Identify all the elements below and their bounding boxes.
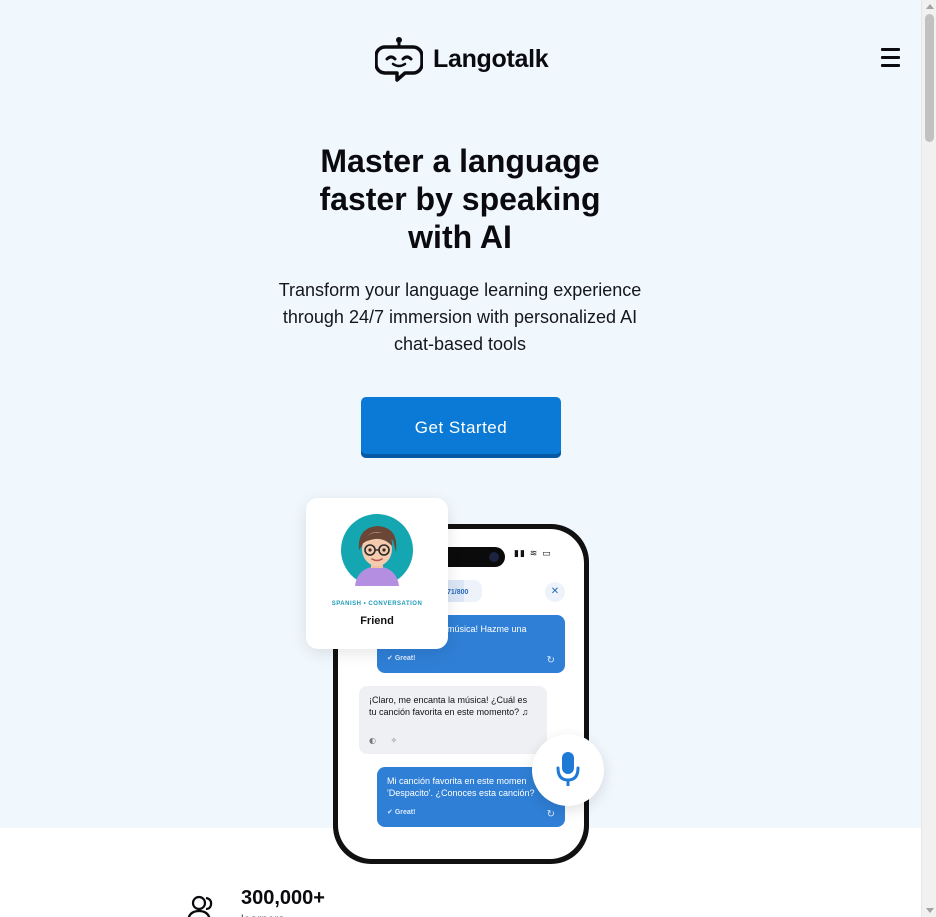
feedback-label: ✔ Great! <box>387 809 416 816</box>
subhead-line: Transform your language learning experie… <box>278 280 642 300</box>
hero-subheading: Transform your language learning experie… <box>255 277 665 358</box>
tutor-avatar <box>341 514 413 586</box>
mute-icon: ✕ <box>545 582 565 602</box>
scrollbar-thumb[interactable] <box>925 14 934 142</box>
hamburger-menu-icon[interactable] <box>881 48 903 70</box>
page: Langotalk Master a language faster by sp… <box>0 0 921 917</box>
phone-status-icons: ▮▮ ≋ ▭ <box>514 549 552 559</box>
retry-icon: ↻ <box>546 655 555 666</box>
retry-icon: ↻ <box>546 809 555 820</box>
headline-line: faster by speaking <box>319 181 601 217</box>
tutor-card[interactable]: SPANISH • CONVERSATION Friend <box>306 498 448 649</box>
hero-headline: Master a language faster by speaking wit… <box>230 142 690 256</box>
users-icon <box>187 895 213 917</box>
vertical-scrollbar[interactable] <box>921 0 936 917</box>
tutor-name: Friend <box>360 615 394 627</box>
tutor-language-tag: SPANISH • CONVERSATION <box>331 601 423 607</box>
message-counter: 71/800 <box>447 589 469 596</box>
chat-message-ai: ¡Claro, me encanta la música! ¿Cuál es t… <box>359 686 547 754</box>
speech-bubble-robot-logo-icon <box>375 37 423 82</box>
brand-logo-link[interactable]: Langotalk <box>375 36 549 82</box>
feedback-label: ✔ Great! <box>387 655 416 662</box>
audio-translate-icons: ◐ ✧ <box>369 736 404 745</box>
brand-name: Langotalk <box>433 44 549 73</box>
headline-line: Master a language <box>320 143 600 179</box>
message-text: Mi canción favorita en este momen 'Despa… <box>387 776 535 798</box>
subhead-line: through 24/7 immersion with personalized… <box>282 307 638 327</box>
message-text: ¡Claro, me encanta la música! ¿Cuál es t… <box>369 695 529 717</box>
learners-count: 300,000+ <box>241 887 325 909</box>
microphone-icon <box>556 752 580 786</box>
subhead-line: chat-based tools <box>393 334 527 354</box>
learners-label: learners <box>241 912 284 917</box>
get-started-button[interactable]: Get Started <box>361 397 561 458</box>
microphone-button[interactable] <box>532 734 604 806</box>
scroll-up-arrow-icon[interactable] <box>926 4 934 9</box>
headline-line: with AI <box>408 219 512 255</box>
scroll-down-arrow-icon[interactable] <box>926 908 934 913</box>
